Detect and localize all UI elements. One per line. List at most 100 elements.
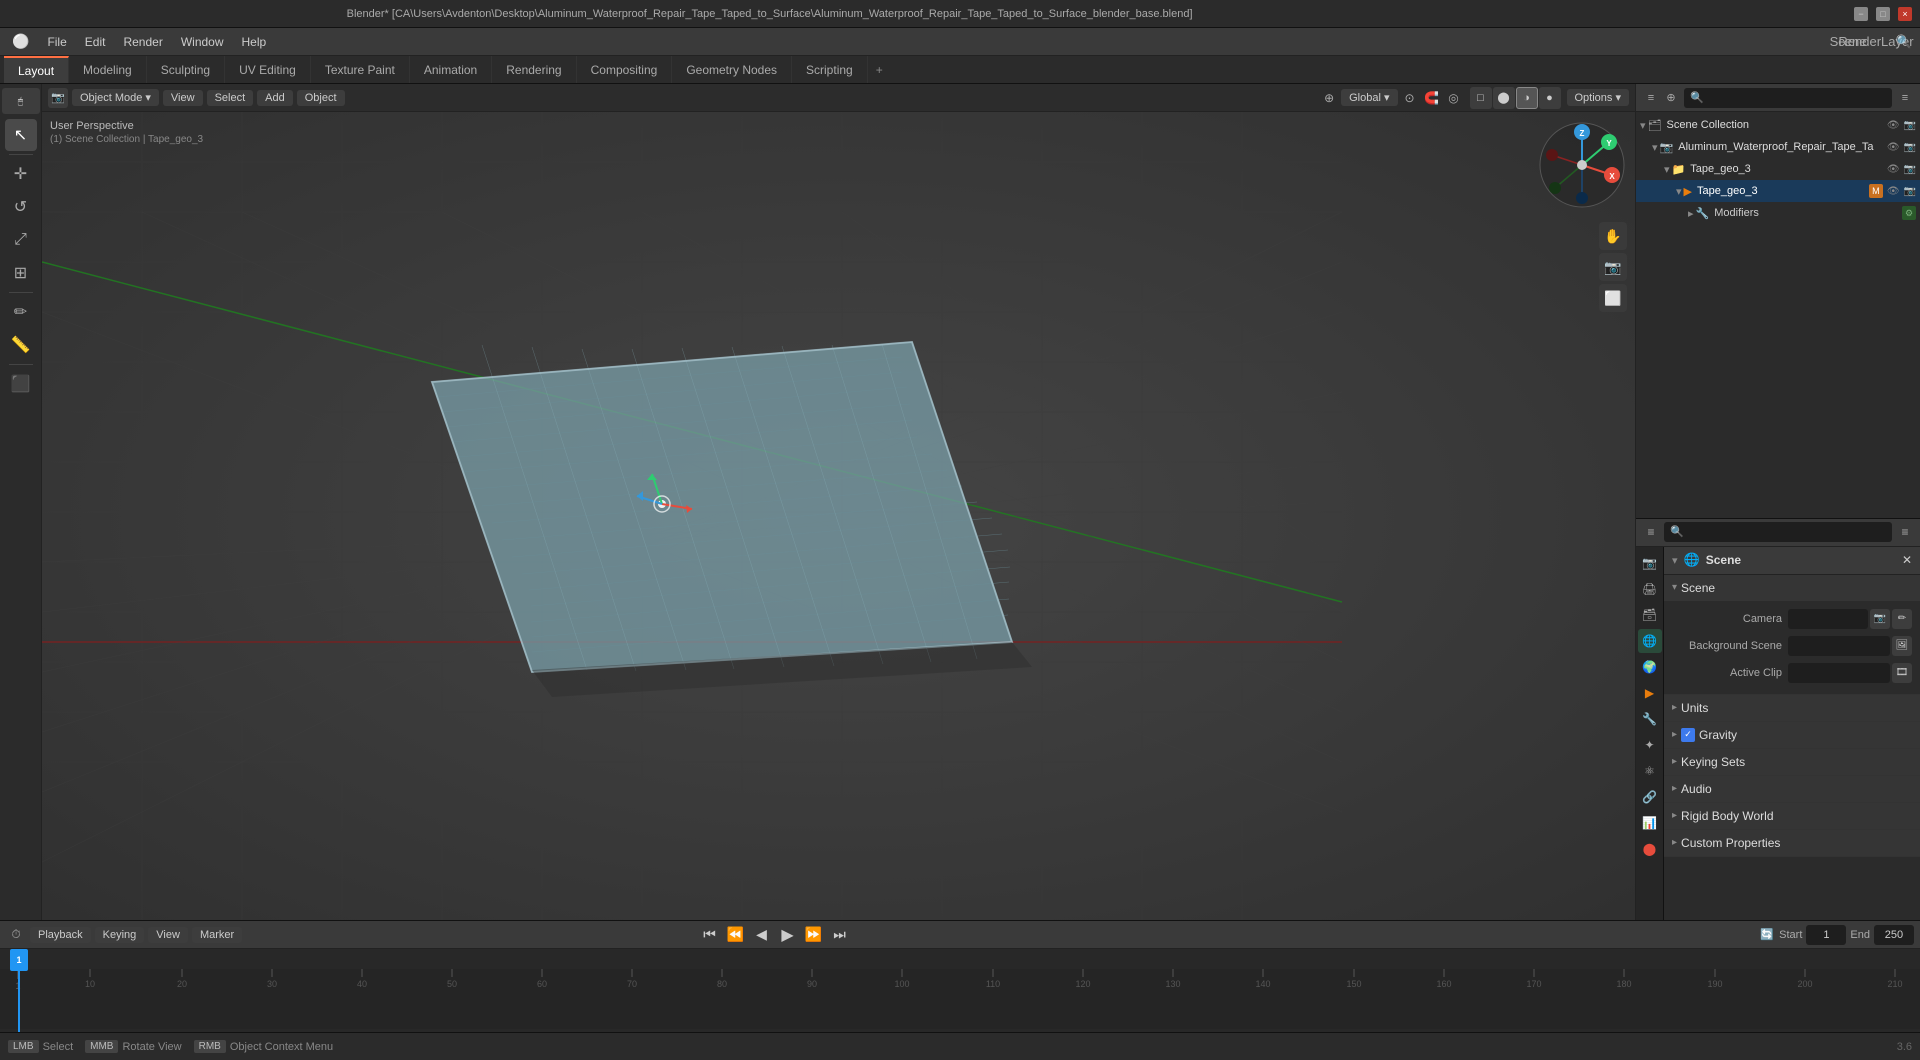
active-clip-value[interactable] (1788, 663, 1890, 683)
viewport[interactable]: 📷 Object Mode ▾ View Select Add Object ⊕… (42, 84, 1635, 920)
rendered-shading[interactable]: ● (1539, 87, 1561, 109)
add-menu[interactable]: Add (257, 90, 293, 106)
play-button[interactable]: ▶ (777, 924, 799, 946)
object-properties-icon[interactable]: ▶ (1638, 681, 1662, 705)
select-tool[interactable]: ↖ (5, 119, 37, 151)
gravity-section-header[interactable]: ▸ ✓ Gravity (1664, 722, 1920, 748)
outliner-modifiers[interactable]: ▸ 🔧 Modifiers ⚙ (1636, 202, 1920, 224)
background-scene-value[interactable] (1788, 636, 1890, 656)
material-properties-icon[interactable]: ⬤ (1638, 837, 1662, 861)
render-layer-selector[interactable]: RenderLayer (1864, 30, 1888, 54)
select-menu[interactable]: Select (207, 90, 254, 106)
close-button[interactable]: × (1898, 7, 1912, 21)
material-preview-shading[interactable]: ◑ (1516, 87, 1538, 109)
rigid-body-header[interactable]: ▸ Rigid Body World (1664, 803, 1920, 829)
keying-menu[interactable]: Keying (95, 927, 145, 943)
marker-menu[interactable]: Marker (192, 927, 242, 943)
menu-window[interactable]: Window (173, 33, 232, 51)
object-mode-selector[interactable]: Object Mode ▾ (72, 89, 159, 106)
outliner-icon-btn[interactable]: ≡ (1642, 89, 1660, 107)
gravity-checkbox[interactable]: ✓ (1681, 728, 1695, 742)
wireframe-shading[interactable]: □ (1470, 87, 1492, 109)
snap-icon[interactable]: 🧲 (1422, 88, 1442, 108)
jump-to-end-button[interactable]: ⏭ (829, 924, 851, 946)
scene-panel-expand[interactable]: ▾ (1672, 554, 1678, 567)
tab-compositing[interactable]: Compositing (577, 56, 673, 83)
viewport-type-icon[interactable]: 📷 (48, 88, 68, 108)
tab-animation[interactable]: Animation (410, 56, 492, 83)
camera-picker-icon[interactable]: 📷 (1870, 609, 1890, 629)
minimize-button[interactable]: − (1854, 7, 1868, 21)
scene-visibility-icon[interactable]: 👁 (1887, 120, 1900, 131)
outliner-more-btn[interactable]: ≡ (1896, 89, 1914, 107)
tape-collection-visibility[interactable]: 👁 (1887, 164, 1900, 175)
aluminum-visibility[interactable]: 👁 (1887, 142, 1900, 153)
output-properties-icon[interactable]: 🖨 (1638, 577, 1662, 601)
navigation-gizmo[interactable]: X Y Z (1537, 120, 1627, 210)
proportional-edit-icon[interactable]: ◎ (1444, 88, 1464, 108)
scene-properties-icon[interactable]: 🌐 (1638, 629, 1662, 653)
physics-properties-icon[interactable]: ⚛ (1638, 759, 1662, 783)
outliner-scene-collection[interactable]: ▾ 🗂 Scene Collection 👁 📷 (1636, 114, 1920, 136)
data-properties-icon[interactable]: 📊 (1638, 811, 1662, 835)
outliner-search[interactable] (1684, 88, 1892, 108)
properties-search[interactable] (1664, 522, 1892, 542)
custom-properties-header[interactable]: ▸ Custom Properties (1664, 830, 1920, 856)
camera-view-button[interactable]: 📷 (1599, 253, 1627, 281)
loop-icon[interactable]: 🔄 (1759, 927, 1775, 943)
global-space-icon[interactable]: ⊕ (1319, 88, 1339, 108)
jump-to-start-button[interactable]: ⏮ (699, 924, 721, 946)
outliner-filter-btn[interactable]: ⊕ (1662, 89, 1680, 107)
outliner-tape-mesh[interactable]: ▾ ▶ Tape_geo_3 M 👁 📷 (1636, 180, 1920, 202)
step-forward-button[interactable]: ⏩ (803, 924, 825, 946)
mode-selector[interactable]: 🖱 (2, 88, 40, 114)
keying-sets-header[interactable]: ▸ Keying Sets (1664, 749, 1920, 775)
play-reverse-button[interactable]: ◀ (751, 924, 773, 946)
tab-rendering[interactable]: Rendering (492, 56, 576, 83)
modifier-properties-icon[interactable]: 🔧 (1638, 707, 1662, 731)
hand-tool-button[interactable]: ✋ (1599, 222, 1627, 250)
tab-texture-paint[interactable]: Texture Paint (311, 56, 410, 83)
move-tool[interactable]: ✛ (5, 158, 37, 190)
scale-tool[interactable]: ⤢ (5, 224, 37, 256)
view-layer-icon[interactable]: 🗃 (1638, 603, 1662, 627)
viewport-canvas[interactable]: User Perspective (1) Scene Collection | … (42, 112, 1635, 920)
tape-mesh-render[interactable]: 📷 (1904, 186, 1916, 197)
menu-help[interactable]: Help (234, 33, 275, 51)
constraints-properties-icon[interactable]: 🔗 (1638, 785, 1662, 809)
frame-end-input[interactable]: 250 (1874, 925, 1914, 945)
transform-tool[interactable]: ⊞ (5, 257, 37, 289)
camera-value[interactable] (1788, 609, 1868, 629)
view-menu-timeline[interactable]: View (148, 927, 188, 943)
step-back-button[interactable]: ⏪ (725, 924, 747, 946)
properties-icon-btn[interactable]: ≡ (1642, 523, 1660, 541)
blender-logo[interactable]: ⚪ (4, 31, 37, 52)
tab-modeling[interactable]: Modeling (69, 56, 147, 83)
menu-render[interactable]: Render (115, 33, 170, 51)
frame-start-input[interactable]: 1 (1806, 925, 1846, 945)
rotate-tool[interactable]: ↺ (5, 191, 37, 223)
scene-section-header[interactable]: ▾ Scene (1664, 575, 1920, 601)
tape-mesh-material[interactable]: M (1869, 184, 1883, 198)
add-cube-tool[interactable]: ⬛ (5, 368, 37, 400)
scene-render-icon[interactable]: 📷 (1904, 120, 1916, 131)
current-frame-indicator[interactable]: 1 (10, 949, 28, 971)
maximize-button[interactable]: □ (1876, 7, 1890, 21)
tape-collection-render[interactable]: 📷 (1904, 164, 1916, 175)
object-menu[interactable]: Object (297, 90, 345, 106)
pivot-icon[interactable]: ⊙ (1400, 88, 1420, 108)
tab-layout[interactable]: Layout (4, 56, 69, 83)
measure-tool[interactable]: 📏 (5, 329, 37, 361)
global-selector[interactable]: Global ▾ (1341, 89, 1397, 106)
menu-file[interactable]: File (39, 33, 74, 51)
audio-section-header[interactable]: ▸ Audio (1664, 776, 1920, 802)
timeline-ruler-area[interactable]: 1 1 10 20 30 40 50 (0, 949, 1920, 1032)
tab-sculpting[interactable]: Sculpting (147, 56, 225, 83)
scene-panel-close[interactable]: ✕ (1902, 553, 1912, 567)
timeline-type-icon[interactable]: ⏱ (6, 925, 26, 945)
properties-filter-btn[interactable]: ≡ (1896, 523, 1914, 541)
orthographic-button[interactable]: ⬜ (1599, 284, 1627, 312)
tab-uv-editing[interactable]: UV Editing (225, 56, 311, 83)
render-properties-icon[interactable]: 📷 (1638, 551, 1662, 575)
playback-menu[interactable]: Playback (30, 927, 91, 943)
